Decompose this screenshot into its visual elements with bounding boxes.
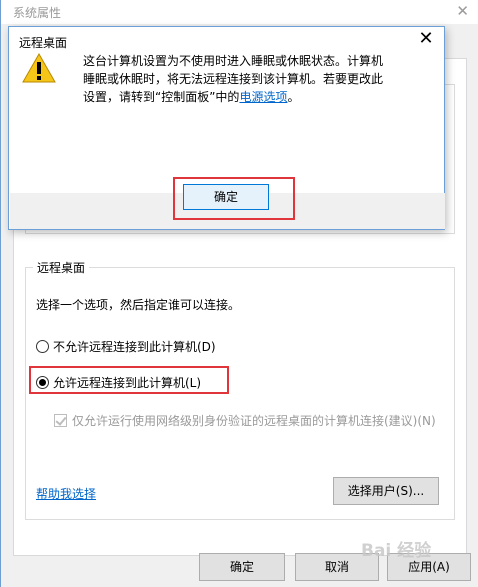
radio-disallow-remote[interactable]: 不允许远程连接到此计算机(D) — [36, 338, 216, 355]
system-properties-close-icon[interactable]: ✕ — [456, 2, 469, 20]
dialog-title: 远程桌面 — [19, 36, 68, 50]
dialog-message-end: 。 — [287, 90, 300, 104]
system-properties-title: 系统属性 — [13, 6, 62, 20]
dialog-message-text: 这台计算机设置为不使用时进入睡眠或休眠状态。计算机睡眠或休眠时，将无法远程连接到… — [83, 54, 384, 104]
dialog-ok-highlight — [173, 177, 295, 220]
help-me-choose-link[interactable]: 帮助我选择 — [36, 485, 96, 502]
checkbox-nla-label: 仅允许运行使用网络级别身份验证的远程桌面的计算机连接(建议)(N) — [72, 414, 436, 428]
checkbox-nla[interactable]: 仅允许运行使用网络级别身份验证的远程桌面的计算机连接(建议)(N) — [54, 413, 444, 429]
remote-desktop-group-label: 远程桌面 — [33, 259, 90, 276]
dialog-message: 这台计算机设置为不使用时进入睡眠或休眠状态。计算机睡眠或休眠时，将无法远程连接到… — [83, 52, 383, 106]
power-options-link[interactable]: 电源选项 — [239, 90, 287, 104]
warning-icon — [22, 53, 56, 83]
baidu-watermark: Bai 经验 — [361, 541, 432, 561]
remote-desktop-instruction: 选择一个选项，然后指定谁可以连接。 — [36, 298, 241, 312]
system-properties-titlebar: 系统属性 ✕ — [1, 0, 478, 24]
radio-allow-highlight — [29, 366, 229, 394]
radio-disallow-label: 不允许远程连接到此计算机(D) — [53, 340, 216, 354]
radio-disallow-icon[interactable] — [36, 340, 49, 353]
dialog-close-icon[interactable]: ✕ — [416, 29, 436, 49]
system-properties-ok-button[interactable]: 确定 — [199, 553, 285, 581]
checkbox-nla-icon[interactable] — [54, 414, 67, 427]
select-users-button[interactable]: 选择用户(S)... — [333, 477, 439, 505]
